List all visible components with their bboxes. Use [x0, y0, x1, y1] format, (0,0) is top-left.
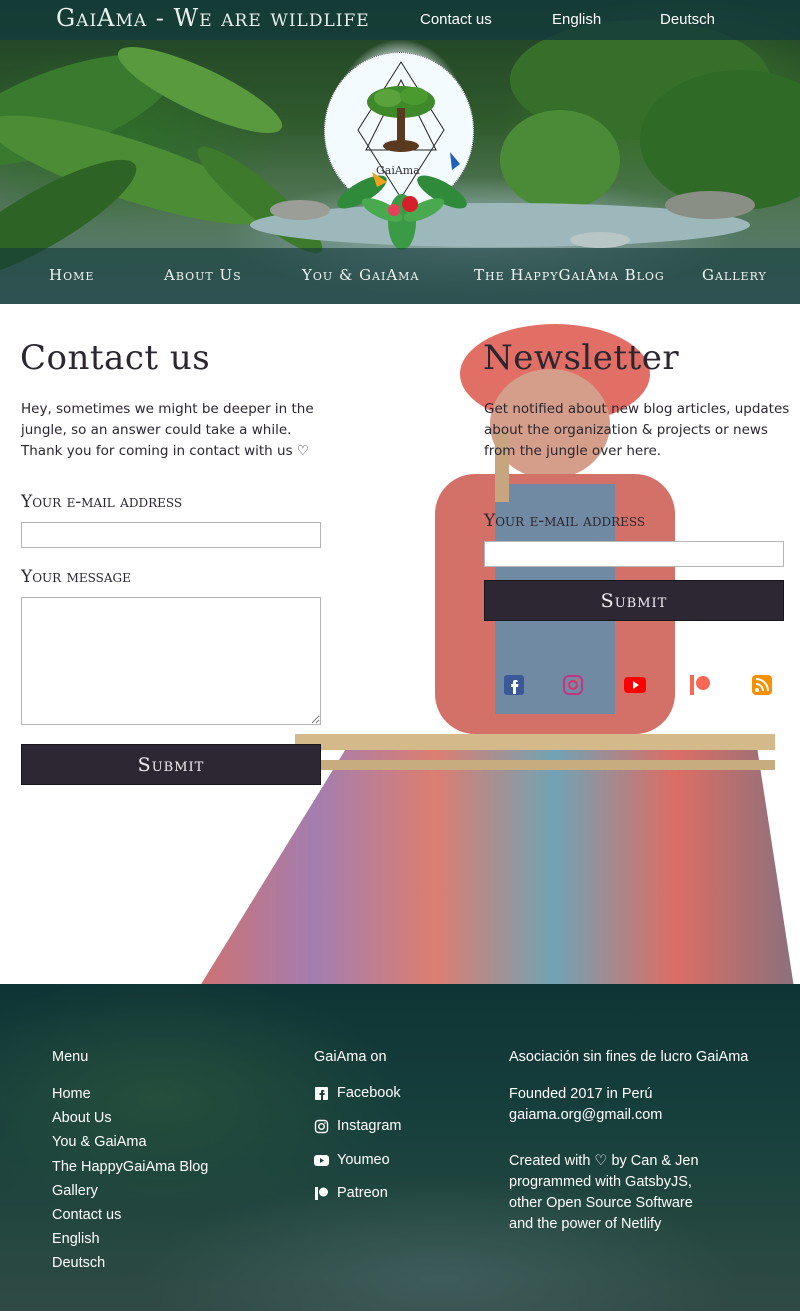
top-bar: GaiAma - We are wildlife Contact us Engl… — [0, 0, 800, 40]
footer-social-patreon[interactable]: Patreon — [314, 1185, 388, 1201]
facebook-icon[interactable] — [503, 674, 525, 696]
footer-link-you-and-gaiama[interactable]: You & GaiAma — [52, 1134, 147, 1150]
top-link-english[interactable]: English — [552, 11, 601, 28]
facebook-icon — [315, 1086, 328, 1100]
newsletter-intro-line-3: from the jungle over here. — [484, 443, 662, 459]
top-link-deutsch[interactable]: Deutsch — [660, 11, 715, 28]
contact-message-textarea[interactable] — [21, 597, 321, 725]
footer-link-contact[interactable]: Contact us — [52, 1207, 121, 1223]
contact-email-label: Your e-mail address — [21, 492, 183, 512]
footer-link-about-us[interactable]: About Us — [52, 1110, 112, 1126]
footer-social-facebook-label: Facebook — [337, 1085, 401, 1101]
footer-social-instagram-label: Instagram — [337, 1118, 402, 1134]
footer-social-heading: GaiAma on — [314, 1049, 387, 1065]
footer-link-blog[interactable]: The HappyGaiAma Blog — [52, 1159, 208, 1175]
nav-item-you-and-gaiama[interactable]: You & GaiAma — [302, 266, 419, 284]
newsletter-intro-line-2: about the organization & projects or new… — [484, 422, 768, 438]
footer-credits-line-2: programmed with GatsbyJS, — [509, 1174, 692, 1190]
contact-email-input[interactable] — [21, 522, 321, 548]
contact-intro-line-3: Thank you for coming in contact with us … — [21, 443, 310, 459]
main-navigation: Home About Us You & GaiAma The HappyGaiA… — [0, 248, 800, 304]
top-link-contact[interactable]: Contact us — [420, 11, 492, 28]
contact-submit-button[interactable]: Submit — [21, 744, 321, 785]
newsletter-submit-button[interactable]: Submit — [484, 580, 784, 621]
footer-credits-line-1: Created with ♡ by Can & Jen — [509, 1153, 699, 1169]
newsletter-email-label: Your e-mail address — [484, 511, 646, 531]
footer-founded: Founded 2017 in Perú — [509, 1086, 653, 1102]
contact-intro-line-2: jungle, so an answer could take a while. — [21, 422, 292, 438]
footer-link-home[interactable]: Home — [52, 1086, 91, 1102]
footer-social-youtube-label: Youmeo — [337, 1152, 390, 1168]
footer-social-instagram[interactable]: Instagram — [314, 1118, 401, 1134]
contact-intro-line-1: Hey, sometimes we might be deeper in the — [21, 401, 314, 417]
newsletter-email-input[interactable] — [484, 541, 784, 567]
youtube-icon — [314, 1154, 329, 1166]
nav-item-gallery[interactable]: Gallery — [702, 266, 767, 284]
instagram-icon — [314, 1119, 329, 1133]
newsletter-intro-line-1: Get notified about new blog articles, up… — [484, 401, 790, 417]
site-footer: Menu Home About Us You & GaiAma The Happ… — [0, 984, 800, 1311]
footer-credits-line-3: other Open Source Software — [509, 1195, 693, 1211]
newsletter-title: Newsletter — [483, 338, 680, 378]
footer-social-youtube[interactable]: Youmeo — [314, 1152, 390, 1168]
patreon-icon[interactable] — [689, 674, 711, 696]
nav-item-blog[interactable]: The HappyGaiAma Blog — [474, 266, 665, 284]
nav-item-home[interactable]: Home — [49, 266, 94, 284]
main-content: Contact us Hey, sometimes we might be de… — [0, 304, 800, 984]
footer-social-patreon-label: Patreon — [337, 1185, 388, 1201]
footer-link-deutsch[interactable]: Deutsch — [52, 1255, 105, 1271]
contact-title: Contact us — [20, 338, 211, 378]
footer-credits-line-4: and the power of Netlify — [509, 1216, 662, 1232]
footer-social-facebook[interactable]: Facebook — [314, 1085, 401, 1101]
gaiama-logo[interactable]: GaiAma — [316, 52, 486, 252]
footer-email[interactable]: gaiama.org@gmail.com — [509, 1105, 662, 1126]
contact-message-label: Your message — [21, 567, 131, 587]
footer-link-english[interactable]: English — [52, 1231, 100, 1247]
logo-text: GaiAma — [376, 164, 420, 177]
footer-menu-heading: Menu — [52, 1049, 89, 1065]
patreon-icon — [315, 1186, 328, 1200]
youtube-icon[interactable] — [624, 674, 646, 696]
hero-banner: GaiAma - We are wildlife Contact us Engl… — [0, 0, 800, 304]
site-brand[interactable]: GaiAma - We are wildlife — [56, 4, 370, 32]
footer-link-gallery[interactable]: Gallery — [52, 1183, 98, 1199]
instagram-icon[interactable] — [562, 674, 584, 696]
rss-icon[interactable] — [751, 674, 773, 696]
nav-item-about-us[interactable]: About Us — [164, 266, 242, 284]
footer-org-heading: Asociación sin fines de lucro GaiAma — [509, 1049, 749, 1065]
